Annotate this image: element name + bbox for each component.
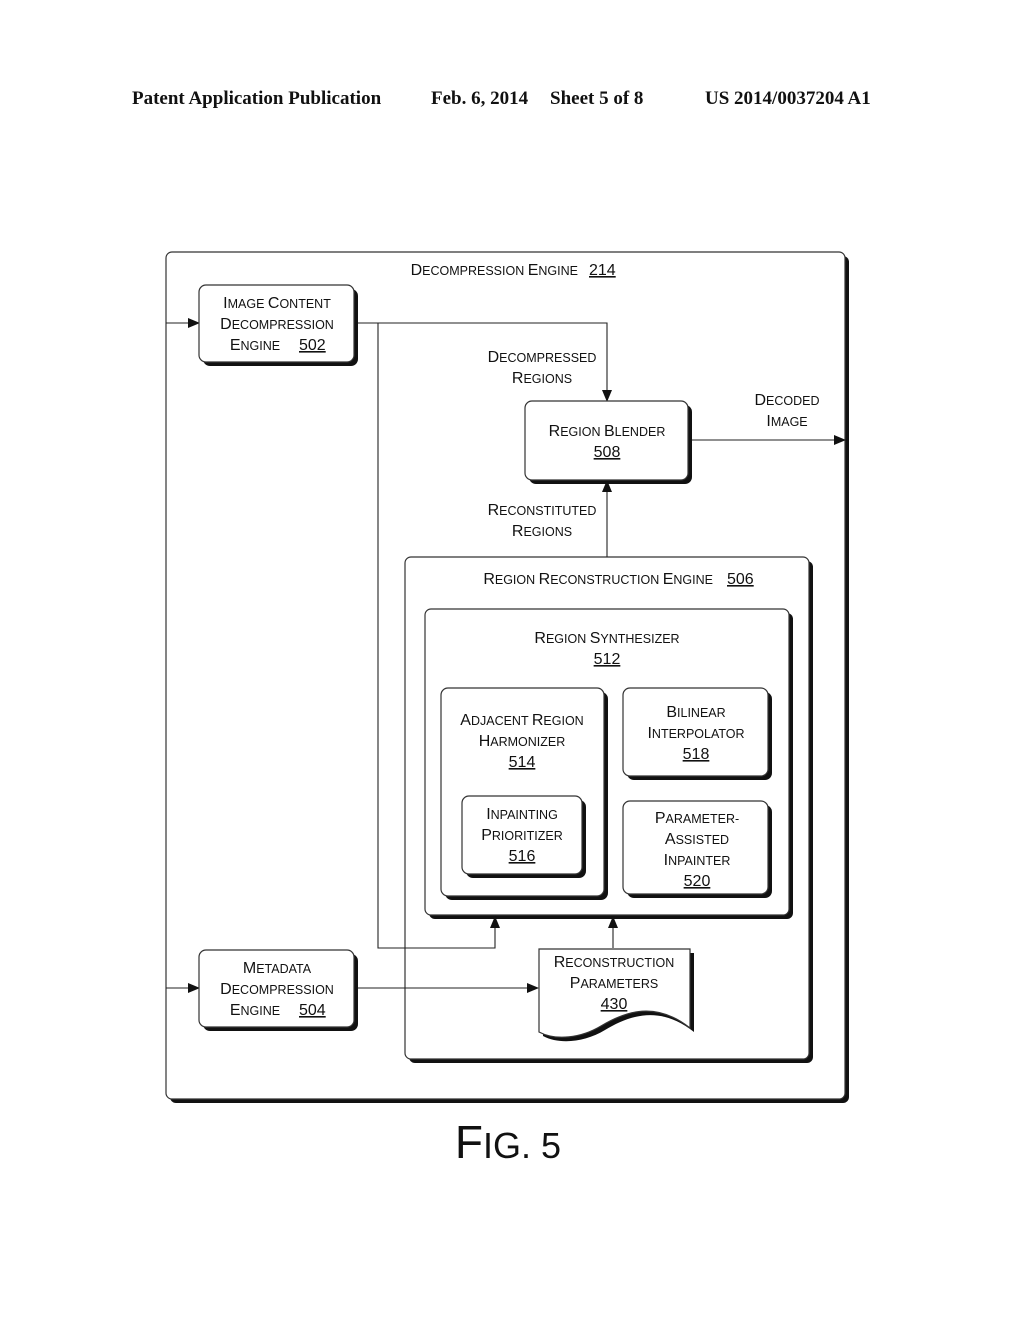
metadata-engine-label-line: METADATA [243, 960, 312, 977]
edge-label-decompressed-regions: DECOMPRESSED [488, 349, 597, 366]
image-content-engine-label-line: ENGINE [230, 337, 280, 354]
prioritizer-label-line: INPAINTING [486, 806, 558, 823]
region-synthesizer-ref-number: 512 [594, 651, 621, 668]
edge-label-decompressed-regions: REGIONS [512, 370, 572, 387]
prioritizer-label-line: PRIORITIZER [481, 827, 563, 844]
interpolator-label-line: BILINEAR [666, 704, 725, 721]
region-blender-ref-number: 508 [594, 444, 621, 461]
reconstruction-engine-title: REGION RECONSTRUCTION ENGINE [483, 571, 713, 588]
interpolator-label-line: INTERPOLATOR [647, 725, 744, 742]
decompression-engine-ref: 214 [589, 262, 616, 279]
metadata-engine-label-line: ENGINE [230, 1002, 280, 1019]
parameters-label-line: PARAMETERS [570, 975, 658, 992]
inpainter-ref-number: 520 [684, 873, 711, 890]
region-blender [524, 400, 692, 484]
image-content-engine-ref-number: 502 [299, 337, 326, 354]
reconstruction-engine-ref: 506 [727, 571, 754, 588]
parameters-ref-number: 430 [601, 996, 628, 1013]
harmonizer-label-line: HARMONIZER [479, 733, 566, 750]
image-content-engine-label-line: IMAGE CONTENT [223, 295, 331, 312]
inpainter-label-line: ASSISTED [665, 831, 729, 848]
edge-label-decoded-image: DECODED [754, 392, 819, 409]
metadata-engine-ref-number: 504 [299, 1002, 326, 1019]
harmonizer-ref-number: 514 [509, 754, 536, 771]
inpainter-label-line: PARAMETER- [655, 810, 739, 827]
region-blender-label-line: REGION BLENDER [549, 423, 666, 440]
metadata-engine-label-line: DECOMPRESSION [220, 981, 334, 998]
figure-caption: FIG. 5 [455, 1116, 561, 1168]
image-content-engine-label-line: DECOMPRESSION [220, 316, 334, 333]
edge-label-reconstituted-regions: RECONSTITUTED [488, 502, 597, 519]
region-synthesizer-label-line: REGION SYNTHESIZER [534, 630, 679, 647]
harmonizer-label-line: ADJACENT REGION [460, 712, 583, 729]
edge-label-reconstituted-regions: REGIONS [512, 523, 572, 540]
inpainter-label-line: INPAINTER [664, 852, 731, 869]
prioritizer-ref-number: 516 [509, 848, 536, 865]
edge-label-decoded-image: IMAGE [766, 413, 807, 430]
interpolator-ref-number: 518 [683, 746, 710, 763]
parameters-label-line: RECONSTRUCTION [554, 954, 675, 971]
decompression-engine-title: DECOMPRESSION ENGINE [411, 262, 578, 279]
block-diagram: DECOMPRESSION ENGINE 214 IMAGE CONTENT DECO… [165, 251, 849, 1168]
